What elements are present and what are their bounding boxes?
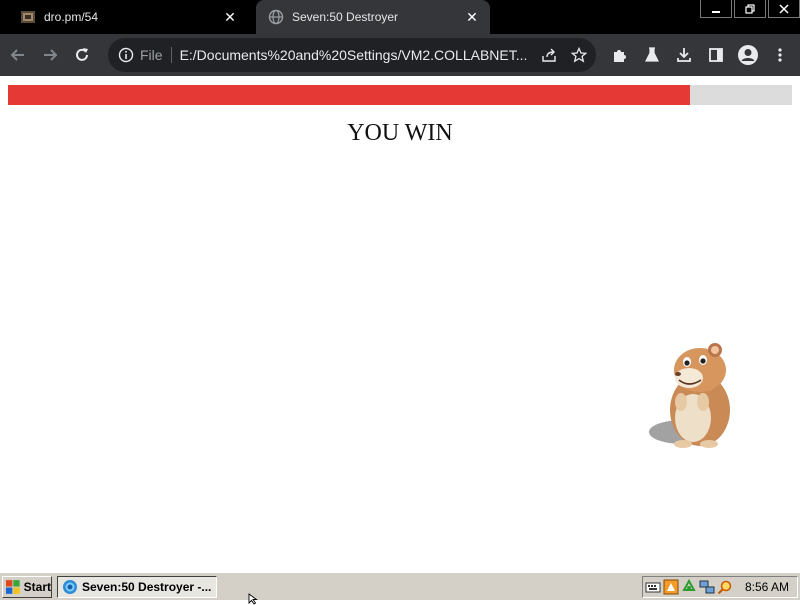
scheme-label: File	[140, 47, 163, 63]
start-button[interactable]: Start	[2, 576, 52, 598]
restore-icon[interactable]	[734, 0, 766, 18]
sidebar-icon[interactable]	[700, 41, 732, 69]
flask-icon[interactable]	[636, 41, 668, 69]
search-icon[interactable]	[717, 579, 733, 595]
tab-dro[interactable]: dro.pm/54 ✕	[8, 0, 248, 34]
globe-icon	[268, 9, 284, 25]
back-arrow-icon[interactable]	[4, 41, 32, 69]
tab-strip: dro.pm/54 ✕ Seven:50 Destroyer ✕	[0, 0, 800, 34]
network-icon[interactable]	[699, 579, 715, 595]
window-controls	[698, 0, 800, 18]
health-progress-bar	[8, 85, 792, 105]
hamster-sprite[interactable]	[645, 340, 740, 452]
tab-seven50-destroyer[interactable]: Seven:50 Destroyer ✕	[256, 0, 490, 34]
tab-favicon	[21, 11, 35, 23]
start-label: Start	[23, 580, 51, 594]
url-text[interactable]: E:/Documents%20and%20Settings/VM2.COLLAB…	[180, 47, 530, 63]
clock[interactable]: 8:56 AM	[745, 580, 789, 594]
os-taskbar: Start Seven:50 Destroyer -... 8:56 AM	[0, 572, 800, 600]
info-icon[interactable]	[118, 47, 134, 63]
progress-fill	[8, 85, 691, 105]
tab-title: dro.pm/54	[44, 10, 99, 24]
omnibox-separator	[170, 47, 172, 63]
profile-icon[interactable]	[732, 41, 764, 69]
share-icon[interactable]	[538, 44, 560, 66]
star-icon[interactable]	[568, 44, 590, 66]
browser-toolbar: File E:/Documents%20and%20Settings/VM2.C…	[0, 34, 800, 76]
security-icon[interactable]	[663, 579, 679, 595]
toolbar-actions	[604, 41, 796, 69]
mouse-cursor-icon	[248, 593, 258, 605]
forward-arrow-icon[interactable]	[36, 41, 64, 69]
puzzle-icon[interactable]	[604, 41, 636, 69]
close-icon[interactable]: ✕	[464, 9, 480, 25]
recycle-icon[interactable]	[681, 579, 697, 595]
close-icon[interactable]: ✕	[222, 9, 238, 25]
windows-flag-icon	[5, 580, 20, 594]
kebab-menu-icon[interactable]	[764, 41, 796, 69]
reload-icon[interactable]	[68, 41, 96, 69]
close-icon[interactable]	[768, 0, 800, 18]
tab-title: Seven:50 Destroyer	[292, 10, 399, 24]
download-icon[interactable]	[668, 41, 700, 69]
win-message: YOU WIN	[347, 120, 453, 146]
system-tray: 8:56 AM	[642, 576, 798, 598]
minimize-icon[interactable]	[700, 0, 732, 18]
taskbar-item-label: Seven:50 Destroyer -...	[82, 580, 212, 594]
address-bar[interactable]: File E:/Documents%20and%20Settings/VM2.C…	[108, 38, 596, 72]
taskbar-item-browser[interactable]: Seven:50 Destroyer -...	[57, 576, 217, 598]
keyboard-icon[interactable]	[645, 579, 661, 595]
browser-icon	[63, 580, 77, 594]
